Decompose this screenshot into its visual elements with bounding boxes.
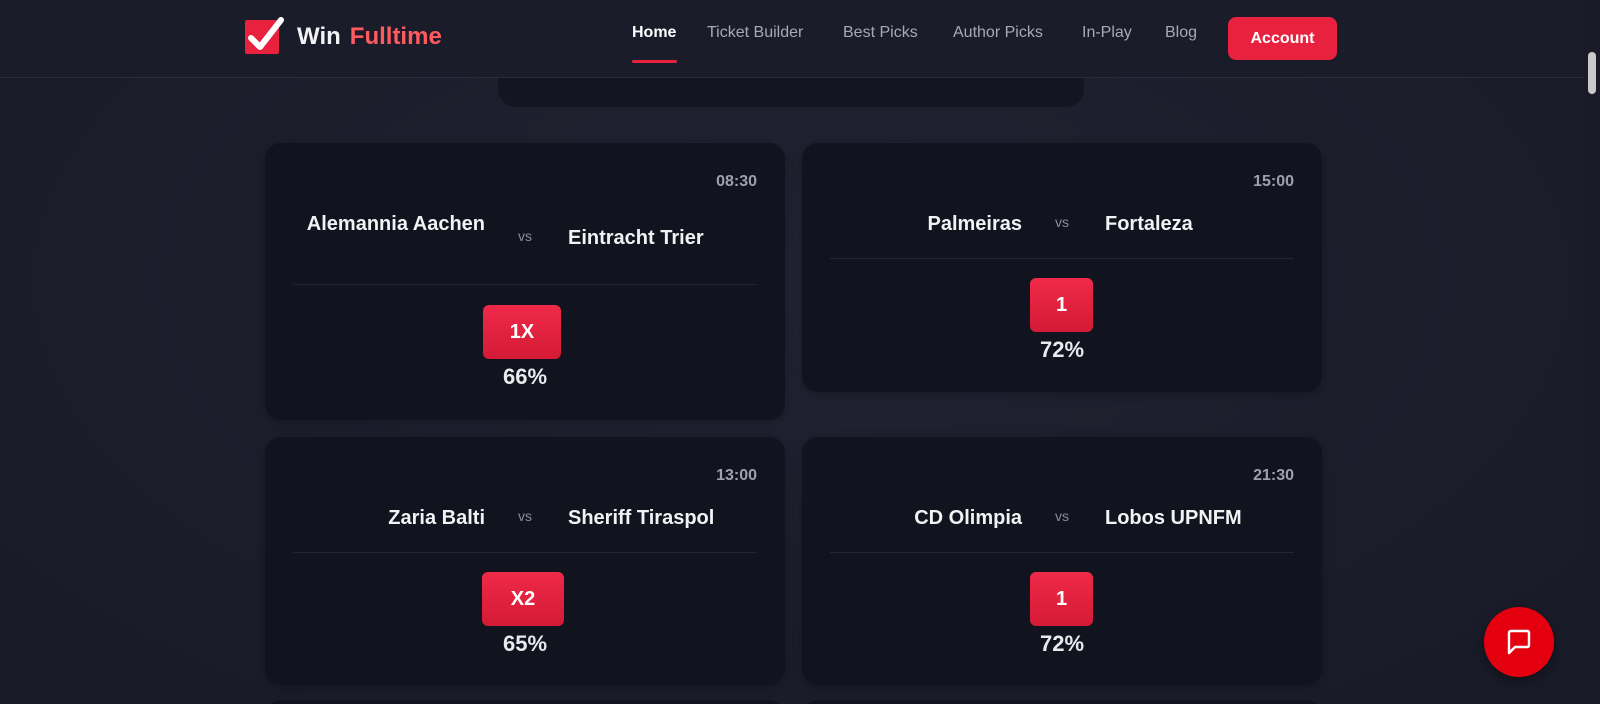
pick-probability: 65% [502, 631, 548, 656]
card-divider [830, 552, 1294, 553]
home-team: CD Olimpia [914, 507, 1022, 529]
scrollbar-thumb[interactable] [1588, 52, 1596, 94]
nav-ticket-builder[interactable]: Ticket Builder [707, 24, 803, 42]
card-divider [830, 258, 1294, 259]
chat-bubble-icon [1507, 629, 1531, 655]
card-divider [293, 284, 757, 285]
pick-probability: 72% [1039, 631, 1085, 656]
pick-probability: 72% [1039, 337, 1085, 362]
vs-label: vs [1055, 508, 1069, 524]
home-team: Palmeiras [927, 213, 1022, 235]
match-time: 15:00 [1253, 173, 1294, 190]
card-divider [293, 552, 757, 553]
pick-probability: 66% [502, 364, 548, 389]
scrollbar[interactable] [1584, 0, 1600, 704]
brand-logo[interactable]: Win Fulltime [245, 17, 442, 54]
pick-badge[interactable]: 1 [1030, 572, 1093, 626]
match-time: 21:30 [1253, 467, 1294, 484]
vs-label: vs [1055, 214, 1069, 230]
nav-home[interactable]: Home [632, 24, 676, 42]
away-team: Fortaleza [1105, 213, 1193, 235]
match-card[interactable]: 08:30 Alemannia Aachen vs Eintracht Trie… [265, 143, 785, 420]
pick-badge[interactable]: 1 [1030, 278, 1093, 332]
active-nav-indicator [632, 60, 677, 63]
match-time: 13:00 [716, 467, 757, 484]
next-card-edge [802, 700, 1322, 704]
chat-button[interactable] [1484, 607, 1554, 677]
away-team: Eintracht Trier [568, 227, 704, 249]
brand-word-fulltime: Fulltime [349, 23, 442, 50]
brand-word-win: Win [297, 23, 341, 50]
nav-blog[interactable]: Blog [1165, 24, 1197, 42]
pick-badge[interactable]: 1X [483, 305, 561, 359]
pick-badge[interactable]: X2 [482, 572, 564, 626]
nav-in-play[interactable]: In-Play [1082, 24, 1132, 42]
vs-label: vs [518, 508, 532, 524]
nav-best-picks[interactable]: Best Picks [843, 24, 918, 42]
site-header: Win Fulltime Home Ticket Builder Best Pi… [0, 0, 1584, 78]
checkmark-icon [245, 17, 284, 54]
nav-author-picks[interactable]: Author Picks [953, 24, 1043, 42]
home-team: Zaria Balti [388, 507, 485, 529]
match-card[interactable]: 13:00 Zaria Balti vs Sheriff Tiraspol X2… [265, 437, 785, 685]
match-card[interactable]: 15:00 Palmeiras vs Fortaleza 1 72% [802, 143, 1322, 392]
account-button[interactable]: Account [1228, 17, 1337, 60]
next-card-edge [265, 700, 785, 704]
home-team: Alemannia Aachen [306, 213, 485, 235]
away-team: Lobos UPNFM [1105, 507, 1242, 529]
vs-label: vs [518, 228, 532, 244]
match-time: 08:30 [716, 173, 757, 190]
match-card[interactable]: 21:30 CD Olimpia vs Lobos UPNFM 1 72% [802, 437, 1322, 685]
page: Win Fulltime Home Ticket Builder Best Pi… [0, 0, 1600, 704]
away-team: Sheriff Tiraspol [568, 507, 715, 529]
